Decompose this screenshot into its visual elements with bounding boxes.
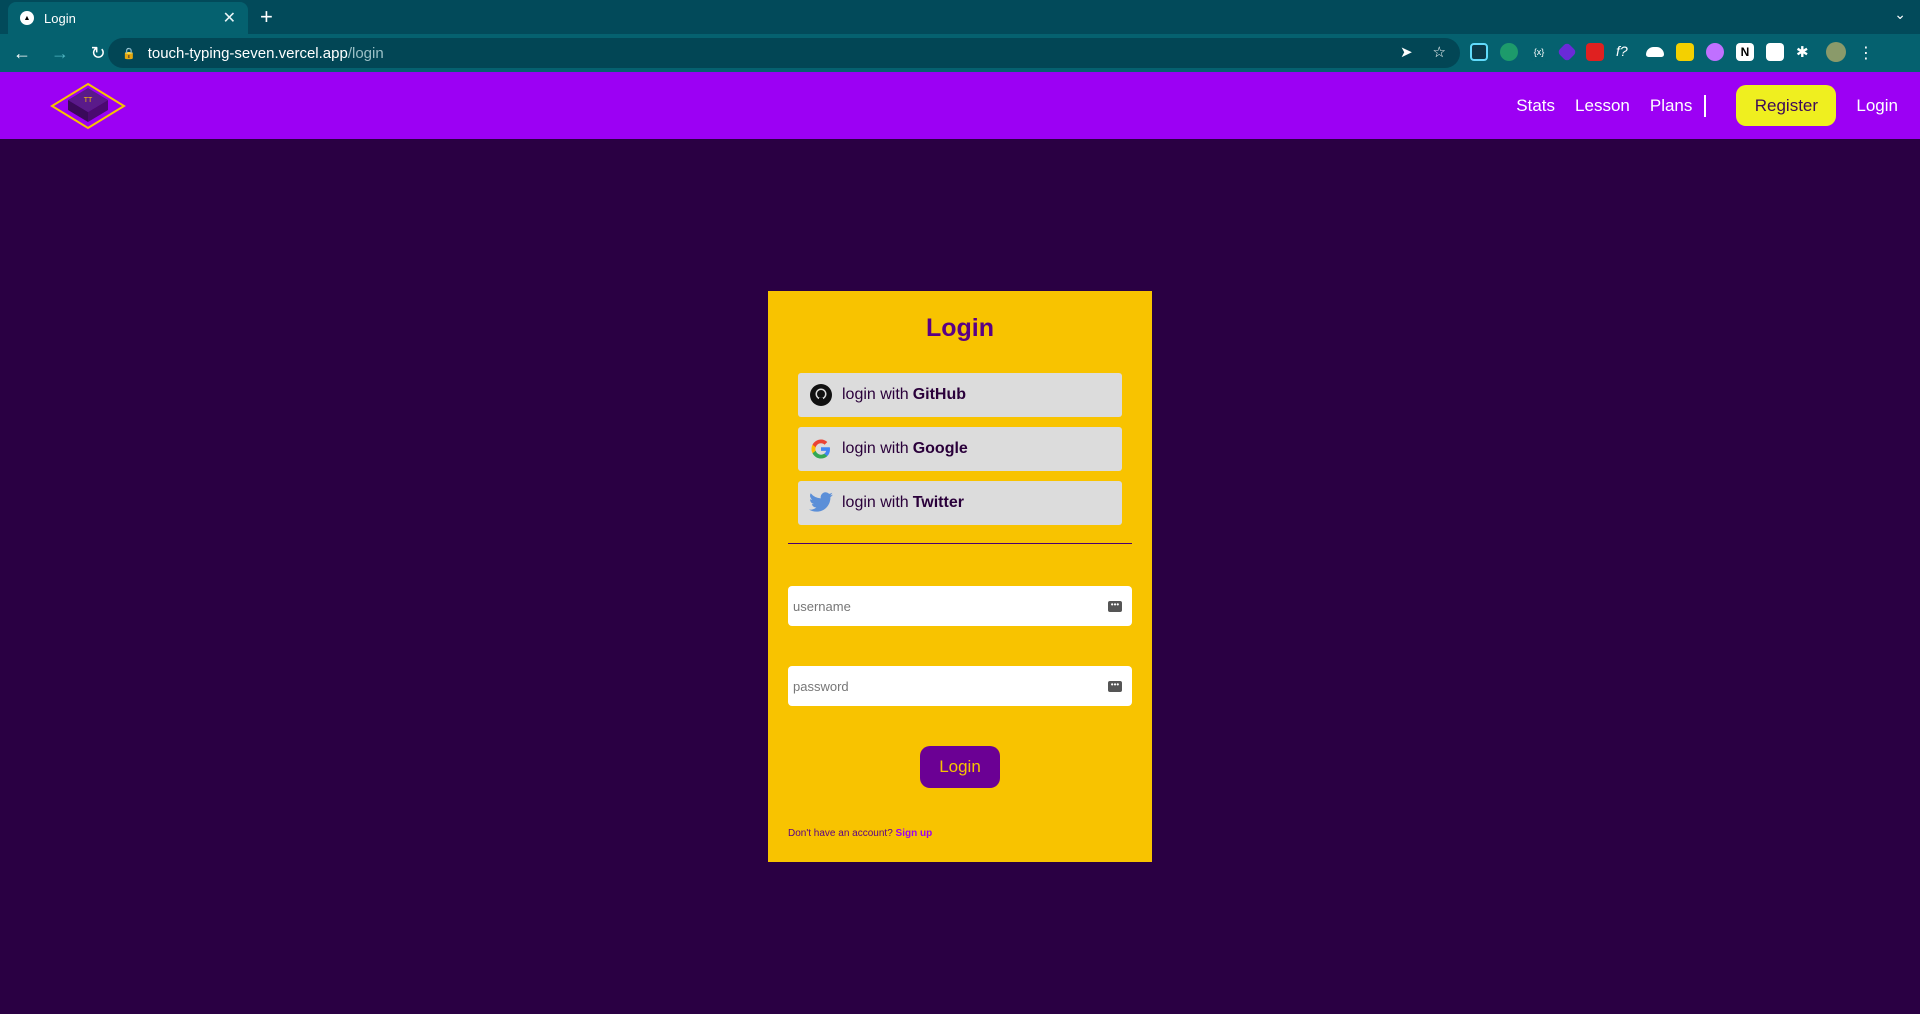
json-extension-icon[interactable]: {x} [1530, 43, 1548, 61]
forward-icon[interactable]: → [44, 43, 76, 64]
close-tab-icon[interactable]: ✕ [223, 8, 236, 28]
password-field[interactable]: ••• [788, 666, 1132, 706]
google-icon [808, 436, 834, 462]
login-card: Login login with GitHub login with Googl… [768, 291, 1152, 862]
url-host: touch-typing-seven.vercel.app [147, 44, 348, 62]
lock-icon[interactable]: 🔒 [122, 47, 136, 60]
username-input[interactable] [793, 598, 1108, 614]
password-manager-icon[interactable]: ••• [1108, 680, 1122, 692]
vpn-extension-icon[interactable] [1557, 42, 1577, 62]
back-icon[interactable]: ← [6, 43, 38, 64]
browser-menu-icon[interactable]: ⋮ [1858, 43, 1876, 62]
github-icon [808, 382, 834, 408]
github-login-provider: GitHub [912, 386, 967, 403]
google-login-prefix: login with [842, 440, 909, 457]
login-submit-button[interactable]: Login [920, 746, 1000, 788]
keyboard-logo-icon[interactable]: TT [50, 82, 126, 130]
address-bar[interactable]: 🔒 touch-typing-seven.vercel.app/login ➤ … [108, 38, 1460, 68]
password-input[interactable] [793, 678, 1108, 694]
browser-tabbar: ▲ Login ✕ + ⌄ [0, 0, 1920, 34]
grammarly-icon[interactable] [1500, 43, 1518, 61]
password-manager-icon[interactable]: ••• [1108, 600, 1122, 612]
tab-title: Login [44, 10, 76, 26]
site-header: TT Stats Lesson Plans Register Login [0, 72, 1920, 139]
percent-extension-icon[interactable] [1586, 43, 1604, 61]
font-extension-icon[interactable]: f? [1616, 43, 1634, 61]
vercel-favicon-icon: ▲ [20, 11, 34, 25]
notion-extension-icon[interactable]: N [1736, 43, 1754, 61]
sticky-note-extension-icon[interactable] [1676, 43, 1694, 61]
send-icon[interactable]: ➤ [1400, 43, 1413, 61]
github-login-button[interactable]: login with GitHub [798, 373, 1122, 417]
svg-text:TT: TT [84, 97, 93, 104]
react-devtools-icon[interactable] [1470, 43, 1488, 61]
twitter-login-button[interactable]: login with Twitter [798, 481, 1122, 525]
google-login-provider: Google [912, 440, 968, 457]
twitter-icon [808, 490, 834, 516]
bookmark-star-icon[interactable]: ☆ [1433, 43, 1446, 61]
nav-plans[interactable]: Plans [1650, 96, 1693, 116]
tab-search-chevron-icon[interactable]: ⌄ [1894, 6, 1906, 23]
github-login-prefix: login with [842, 386, 909, 403]
signup-prompt-text: Don't have an account? [788, 828, 893, 839]
puzzle-extensions-icon[interactable]: ✱ [1796, 43, 1814, 61]
signup-prompt: Don't have an account? Sign up [788, 828, 932, 839]
nav-lesson[interactable]: Lesson [1575, 96, 1630, 116]
cloud-extension-icon[interactable] [1646, 47, 1664, 57]
register-button[interactable]: Register [1736, 85, 1837, 126]
main-nav: Stats Lesson Plans Register Login [1516, 72, 1920, 139]
username-field[interactable]: ••• [788, 586, 1132, 626]
twitter-login-provider: Twitter [912, 494, 964, 511]
nav-stats[interactable]: Stats [1516, 96, 1555, 116]
browser-tab[interactable]: ▲ Login ✕ [8, 2, 248, 34]
header-login-link[interactable]: Login [1856, 96, 1898, 116]
section-divider [788, 543, 1132, 544]
nav-divider [1704, 94, 1707, 117]
url-path: /login [347, 44, 384, 62]
google-login-button[interactable]: login with Google [798, 427, 1122, 471]
profile-avatar[interactable] [1826, 42, 1846, 62]
new-tab-icon[interactable]: + [260, 4, 273, 30]
extensions-bar: {x} f? N ✱ ⋮ [1470, 42, 1876, 62]
signup-link[interactable]: Sign up [896, 828, 933, 839]
twitter-login-prefix: login with [842, 494, 909, 511]
edit-extension-icon[interactable] [1766, 43, 1784, 61]
color-picker-extension-icon[interactable] [1706, 43, 1724, 61]
login-title: Login [925, 314, 995, 342]
